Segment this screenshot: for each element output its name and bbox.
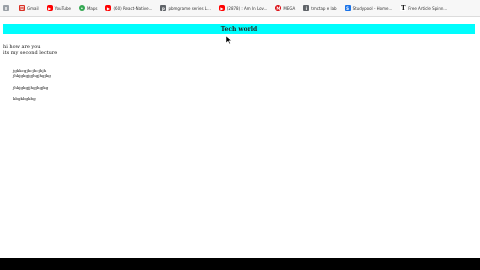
- bookmark-item[interactable]: T Free Article Spinn...: [400, 4, 448, 12]
- page-banner: Tech world: [3, 24, 475, 34]
- bookmark-item[interactable]: ▶ YouTube: [46, 5, 71, 11]
- video-icon: ▶: [105, 5, 112, 11]
- page-icon: i: [303, 5, 310, 11]
- gmail-icon: M: [19, 5, 25, 11]
- page-content: hi how are you its my second lecture jgk…: [3, 44, 57, 101]
- bookmark-item[interactable]: i tmctap e lab: [303, 5, 337, 11]
- taskbar: [0, 258, 480, 270]
- paragraph-1: jgkkcgjhcjhcjhjh jhkjgkgjgjhgjhgjkg: [13, 68, 57, 78]
- bookmark-item[interactable]: p pbmgrame series L...: [160, 5, 211, 11]
- bookmark-label: Maps: [86, 5, 98, 11]
- bookmark-item[interactable]: S Studypool - Home...: [344, 5, 393, 11]
- paragraph-2-line-1: jhkjgkgjjhgjhgjkg: [13, 85, 49, 90]
- maps-icon: •: [78, 5, 85, 11]
- bookmark-label: Studypool - Home...: [352, 5, 393, 11]
- bookmark-item[interactable]: ▶ (60) React-Native...: [105, 5, 152, 11]
- paragraph-3-line-1: kbgkbgkbg: [13, 96, 36, 101]
- bookmark-item[interactable]: ⠿: [3, 5, 11, 11]
- apps-grid-icon: ⠿: [3, 5, 9, 11]
- bookmark-label: MEGA: [283, 5, 296, 11]
- page-title: Tech world: [220, 25, 258, 33]
- page-icon: p: [160, 5, 167, 11]
- paragraph-1-line-2: jhkjgkgjgjhgjhgjkg: [13, 73, 51, 78]
- browser-viewport: ⠿ M Gmail ▶ YouTube • Maps ▶ (60) React-Native..…: [0, 0, 480, 258]
- mouse-cursor-icon: [226, 36, 232, 44]
- youtube-icon: ▶: [46, 5, 53, 11]
- bookmark-item[interactable]: M Gmail: [19, 5, 39, 11]
- bookmark-label: pbmgrame series L...: [168, 5, 211, 11]
- bookmark-label: (2878) : Am In Lov...: [226, 5, 268, 11]
- bookmark-item[interactable]: ▶ (2878) : Am In Lov...: [218, 5, 268, 11]
- typewriter-icon: T: [400, 4, 407, 12]
- bookmark-label: (60) React-Native...: [113, 5, 153, 11]
- bookmarks-bar: ⠿ M Gmail ▶ YouTube • Maps ▶ (60) React-Native..…: [0, 0, 480, 17]
- studypool-icon: S: [344, 5, 351, 11]
- bookmark-label: tmctap e lab: [311, 5, 337, 11]
- bookmark-label: YouTube: [54, 5, 71, 11]
- mega-icon: M: [275, 5, 282, 11]
- bookmark-item[interactable]: M MEGA: [275, 5, 295, 11]
- bookmark-item[interactable]: • Maps: [78, 5, 98, 11]
- bookmark-label: Free Article Spinn...: [408, 5, 448, 11]
- paragraph-2: jhkjgkgjjhgjhgjkg: [13, 85, 57, 90]
- paragraph-3: kbgkbgkbg: [13, 96, 57, 101]
- youtube-icon: ▶: [218, 5, 225, 11]
- subtitle-text: its my second lecture: [3, 50, 58, 56]
- bookmark-label: Gmail: [27, 5, 39, 11]
